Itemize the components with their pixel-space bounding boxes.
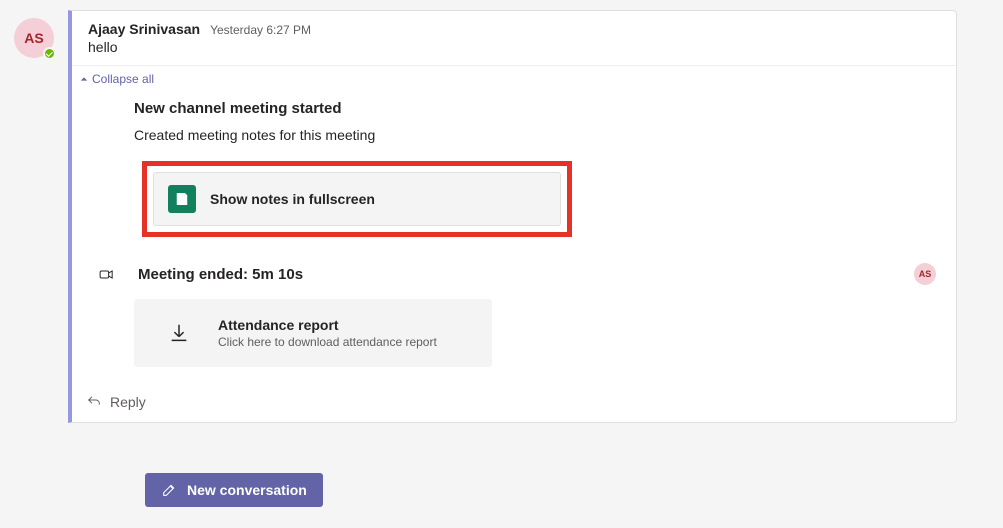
- attendance-subtitle: Click here to download attendance report: [218, 335, 437, 349]
- message-header: Ajaay Srinivasan Yesterday 6:27 PM hello: [72, 11, 956, 66]
- mini-avatar-initials: AS: [919, 269, 932, 279]
- notes-button-label: Show notes in fullscreen: [210, 191, 375, 207]
- avatar-initials: AS: [24, 30, 43, 46]
- reply-icon: [86, 394, 102, 410]
- download-icon: [166, 320, 192, 346]
- new-conversation-label: New conversation: [187, 482, 307, 498]
- presence-indicator: [43, 47, 56, 60]
- participant-avatar[interactable]: AS: [914, 263, 936, 285]
- new-conversation-button[interactable]: New conversation: [145, 473, 323, 507]
- highlight-annotation: Show notes in fullscreen: [142, 161, 572, 237]
- author-name[interactable]: Ajaay Srinivasan: [88, 21, 200, 37]
- chevron-up-icon: [80, 75, 88, 83]
- message-card: Ajaay Srinivasan Yesterday 6:27 PM hello…: [68, 10, 957, 423]
- video-icon: [96, 264, 116, 284]
- notes-icon: [168, 185, 196, 213]
- meeting-ended-text: Meeting ended: 5m 10s: [138, 266, 914, 283]
- show-notes-button[interactable]: Show notes in fullscreen: [153, 172, 561, 226]
- meeting-notes-subtitle: Created meeting notes for this meeting: [134, 127, 940, 143]
- compose-icon: [161, 482, 177, 498]
- attendance-report-card[interactable]: Attendance report Click here to download…: [134, 299, 492, 367]
- message-text: hello: [88, 39, 940, 55]
- reply-button[interactable]: Reply: [72, 383, 956, 422]
- meeting-started-title: New channel meeting started: [134, 100, 940, 117]
- message-timestamp: Yesterday 6:27 PM: [210, 23, 311, 37]
- reply-label: Reply: [110, 394, 146, 410]
- collapse-label: Collapse all: [92, 72, 154, 86]
- attendance-title: Attendance report: [218, 317, 437, 333]
- collapse-all-link[interactable]: Collapse all: [72, 66, 956, 92]
- author-avatar[interactable]: AS: [14, 18, 54, 58]
